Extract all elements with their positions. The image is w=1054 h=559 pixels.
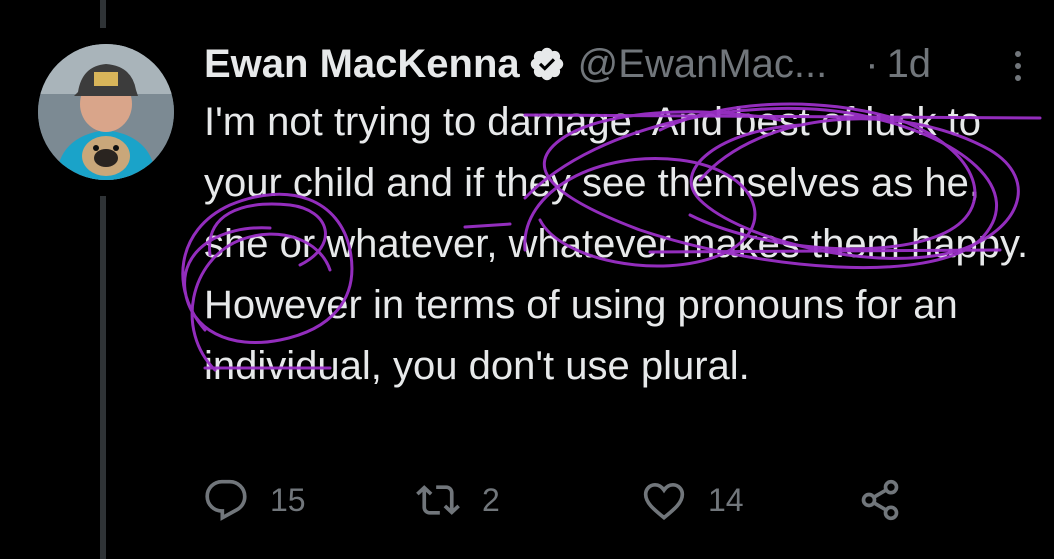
author-handle[interactable]: @EwanMac... [578,42,828,87]
reply-icon [205,479,247,521]
tweet-text: I'm not trying to damage. And best of lu… [204,100,1029,388]
retweet-button[interactable]: 2 [416,470,500,530]
like-icon [643,482,685,521]
reply-button[interactable]: 15 [204,470,306,530]
tweet-actions: 15 2 14 [204,470,1034,530]
like-count: 14 [708,481,744,518]
avatar[interactable] [38,44,174,180]
like-button[interactable]: 14 [642,470,744,530]
thread-line-bottom [100,196,106,559]
share-icon [861,479,899,521]
more-icon[interactable] [1008,46,1028,86]
share-button[interactable] [858,470,902,530]
verified-badge-icon [530,47,563,81]
timestamp[interactable]: 1d [887,42,932,87]
reply-count: 15 [270,481,306,518]
author-name[interactable]: Ewan MacKenna [204,42,520,87]
thread-line-top [100,0,106,28]
retweet-icon [416,485,460,515]
separator-dot: · [865,41,879,86]
tweet-header: Ewan MacKenna @EwanMac... · 1d [204,36,931,92]
retweet-count: 2 [482,481,500,518]
